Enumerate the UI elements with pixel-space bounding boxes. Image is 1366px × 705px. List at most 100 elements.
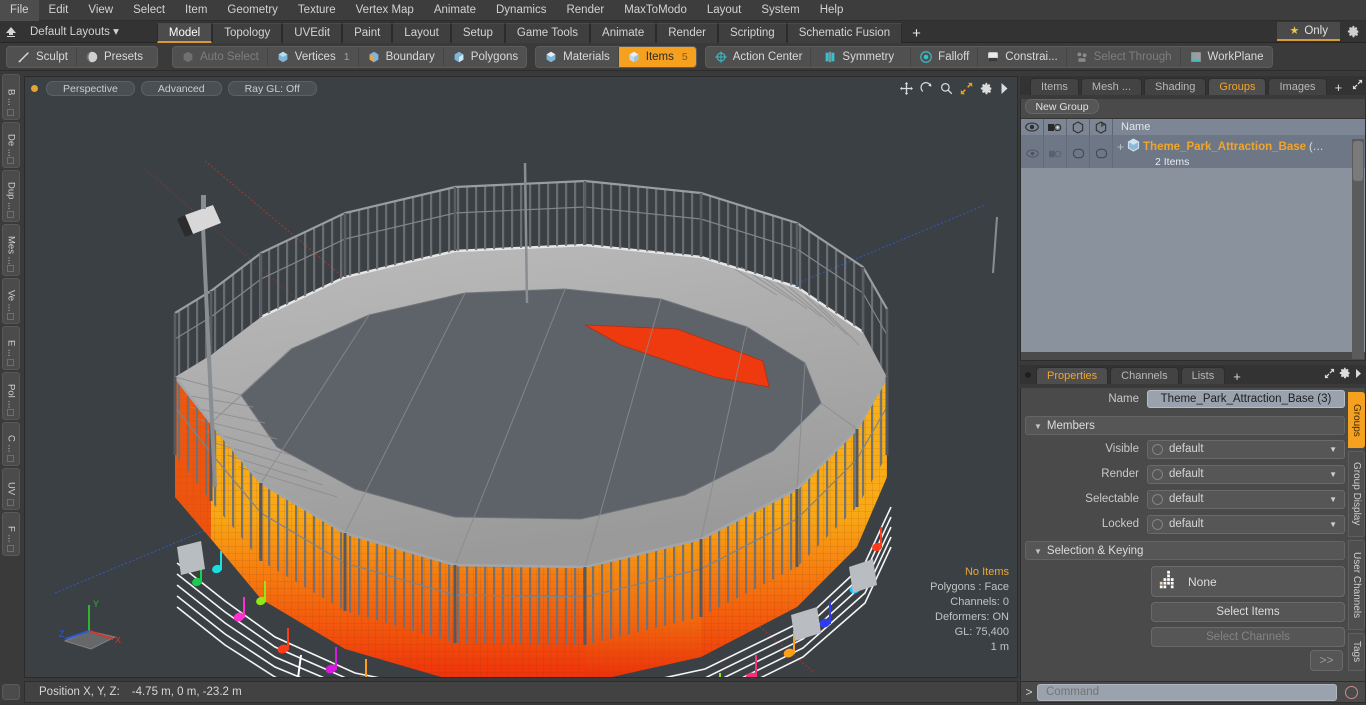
tab-scripting[interactable]: Scripting <box>717 22 787 43</box>
row-selectable-toggle[interactable] <box>1067 135 1090 168</box>
left-tab-edge[interactable]: E ... <box>2 326 20 370</box>
tab-uvedit[interactable]: UVEdit <box>282 22 343 43</box>
tab-lists[interactable]: Lists <box>1180 367 1226 384</box>
left-tab-curve[interactable]: C ... <box>2 422 20 466</box>
tab-animate[interactable]: Animate <box>590 22 657 43</box>
default-layouts-dropdown[interactable]: Default Layouts ▾ <box>22 22 127 42</box>
add-panel-tab-button[interactable]: + <box>1329 80 1349 95</box>
left-tab-duplicate[interactable]: Dup ... <box>2 170 20 222</box>
table-row[interactable]: + Theme_Park_Attraction_Base (… 2 Items <box>1021 135 1365 168</box>
select-through-button[interactable]: Select Through <box>1067 46 1181 67</box>
add-properties-tab-button[interactable]: + <box>1227 369 1247 384</box>
constraint-button[interactable]: Constrai... <box>978 46 1067 67</box>
menu-item-dynamics[interactable]: Dynamics <box>486 0 556 21</box>
render-camera-icon[interactable] <box>1044 118 1067 136</box>
tab-paint[interactable]: Paint <box>342 22 393 43</box>
tab-model[interactable]: Model <box>156 22 213 43</box>
groups-list-empty-area[interactable] <box>1021 168 1365 352</box>
render-dropdown[interactable]: default ▼ <box>1147 464 1345 484</box>
polygons-button[interactable]: Polygons <box>444 47 526 67</box>
groups-scrollbar-thumb[interactable] <box>1353 141 1363 181</box>
menu-item-view[interactable]: View <box>78 0 123 21</box>
auto-select-button[interactable]: Auto Select <box>173 46 268 67</box>
left-tab-fusion[interactable]: F ... <box>2 512 20 556</box>
selectable-knob[interactable] <box>1152 493 1163 505</box>
visible-knob[interactable] <box>1152 443 1163 455</box>
tab-properties[interactable]: Properties <box>1036 367 1109 384</box>
menu-item-layout[interactable]: Layout <box>697 0 752 21</box>
members-section-header[interactable]: ▼ Members <box>1025 416 1345 435</box>
only-toggle-button[interactable]: ★ Only <box>1277 22 1340 41</box>
selection-keying-section-header[interactable]: ▼ Selection & Keying <box>1025 541 1345 560</box>
left-tab-mesh-edit[interactable]: Mes ... <box>2 224 20 276</box>
menu-item-geometry[interactable]: Geometry <box>217 0 288 21</box>
groups-scrollbar[interactable] <box>1352 139 1364 359</box>
menu-item-vertex-map[interactable]: Vertex Map <box>346 0 424 21</box>
materials-button[interactable]: Materials <box>536 46 619 67</box>
more-options-button[interactable]: >> <box>1310 650 1343 671</box>
action-center-button[interactable]: Action Center <box>706 46 812 67</box>
left-tab-deform[interactable]: De ... <box>2 122 20 168</box>
new-group-button[interactable]: New Group <box>1025 99 1099 114</box>
sculpt-button[interactable]: Sculpt <box>7 46 77 67</box>
left-tab-vertex[interactable]: Ve ... <box>2 278 20 324</box>
row-expander[interactable]: + <box>1117 140 1124 154</box>
expand-icon[interactable] <box>1348 79 1366 95</box>
tab-channels[interactable]: Channels <box>1110 367 1179 384</box>
expand-arrow-icon[interactable] <box>1000 82 1009 94</box>
tab-topology[interactable]: Topology <box>212 22 283 43</box>
menu-item-file[interactable]: File <box>0 0 39 21</box>
gear-icon[interactable] <box>1340 21 1366 42</box>
locked-knob[interactable] <box>1152 518 1163 530</box>
right-tab-user-channels[interactable]: User Channels <box>1348 540 1365 630</box>
symmetry-button[interactable]: Symmetry <box>811 46 912 67</box>
command-input[interactable] <box>1037 683 1337 701</box>
right-tab-group-display[interactable]: Group Display <box>1348 451 1365 537</box>
properties-menu-dot[interactable] <box>1025 372 1031 378</box>
tab-mesh[interactable]: Mesh ... <box>1080 78 1143 95</box>
tab-items[interactable]: Items <box>1030 78 1079 95</box>
render-knob[interactable] <box>1152 468 1163 480</box>
tab-schematic-fusion[interactable]: Schematic Fusion <box>786 22 903 43</box>
row-lock-toggle[interactable] <box>1090 135 1113 168</box>
viewport-shading-menu[interactable]: Advanced <box>140 80 222 96</box>
select-items-button[interactable]: Select Items <box>1151 602 1345 622</box>
items-button[interactable]: Items 5 <box>618 46 696 67</box>
falloff-button[interactable]: Falloff <box>911 46 979 67</box>
rotate-icon[interactable] <box>920 81 933 95</box>
tab-groups[interactable]: Groups <box>1208 78 1267 95</box>
menu-item-select[interactable]: Select <box>123 0 175 21</box>
fit-icon[interactable] <box>960 82 973 95</box>
name-field[interactable]: Theme_Park_Attraction_Base (3) <box>1147 390 1345 408</box>
move-icon[interactable] <box>900 81 913 95</box>
menu-item-help[interactable]: Help <box>810 0 854 21</box>
tab-layout[interactable]: Layout <box>392 22 451 43</box>
boundary-button[interactable]: Boundary <box>359 46 444 67</box>
viewport-projection-menu[interactable]: Perspective <box>46 80 135 96</box>
menu-item-edit[interactable]: Edit <box>39 0 79 21</box>
workplane-button[interactable]: WorkPlane <box>1181 47 1272 67</box>
selectable-cube-icon[interactable] <box>1067 118 1090 136</box>
menu-item-animate[interactable]: Animate <box>424 0 486 21</box>
home-icon[interactable] <box>0 22 22 42</box>
gear-icon[interactable] <box>980 82 993 95</box>
lock-cube-icon[interactable] <box>1090 118 1113 136</box>
arrow-right-icon[interactable] <box>1355 368 1362 381</box>
selectable-dropdown[interactable]: default ▼ <box>1147 489 1345 509</box>
presets-button[interactable]: Presets <box>77 47 157 67</box>
left-panel-toggle[interactable] <box>2 684 20 700</box>
left-tab-basic[interactable]: B ... <box>2 74 20 120</box>
left-tab-polygon[interactable]: Pol ... <box>2 372 20 420</box>
left-tab-uv[interactable]: UV <box>2 468 20 510</box>
row-render-toggle[interactable] <box>1044 135 1067 168</box>
right-tab-groups[interactable]: Groups <box>1348 392 1365 448</box>
tab-setup[interactable]: Setup <box>450 22 505 43</box>
eye-icon[interactable] <box>1021 118 1044 136</box>
tab-game-tools[interactable]: Game Tools <box>504 22 591 43</box>
viewport-3d[interactable]: Perspective Advanced Ray GL: Off Y X Z N… <box>24 76 1018 678</box>
vertices-button[interactable]: Vertices 1 <box>268 46 359 67</box>
add-tab-button[interactable]: + <box>902 25 931 43</box>
zoom-icon[interactable] <box>940 82 953 95</box>
menu-item-item[interactable]: Item <box>175 0 217 21</box>
expand-icon[interactable] <box>1324 368 1335 382</box>
